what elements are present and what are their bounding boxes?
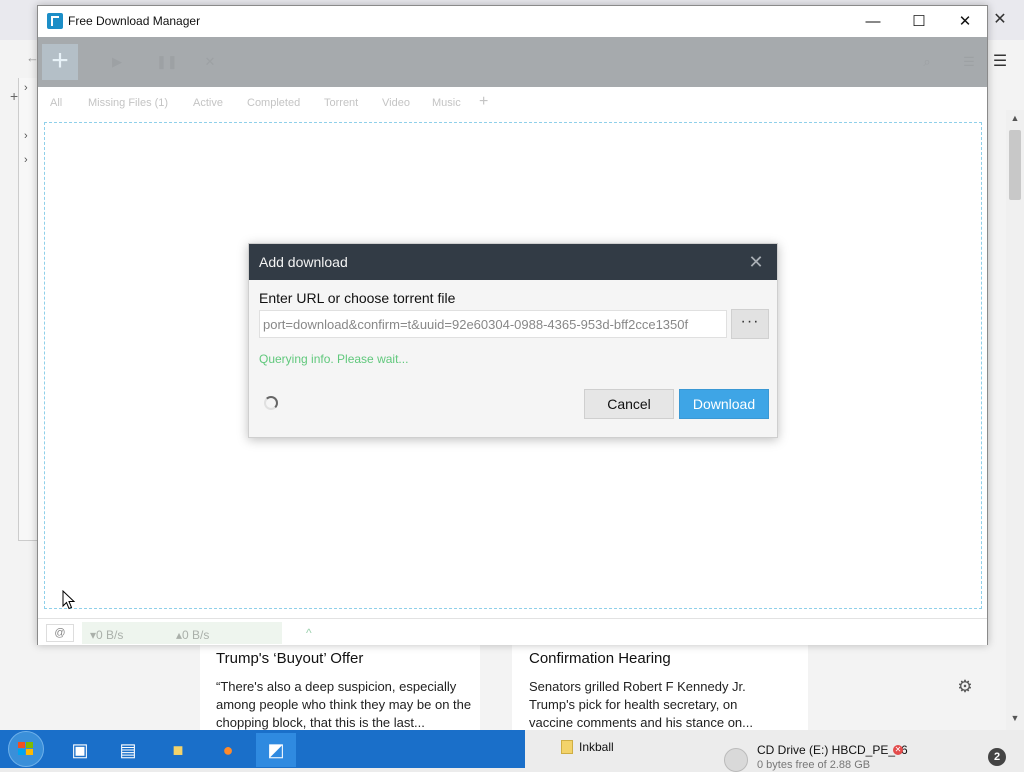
speed-panel[interactable]: ▾0 B/s ▴0 B/s ^: [82, 622, 312, 644]
tab-missing-files[interactable]: Missing Files (1): [88, 97, 168, 109]
taskbar-item-inkball[interactable]: Inkball: [579, 740, 614, 754]
error-icon: ✕: [893, 745, 903, 755]
taskbar-drive-icon[interactable]: ▤: [108, 733, 148, 767]
toolbar: + ▶ ❚❚ ✕ ⌕ ☰: [38, 37, 987, 87]
delete-icon[interactable]: ✕: [203, 55, 217, 69]
notification-badge[interactable]: 2: [988, 748, 1006, 766]
cd-drive-detail: 0 bytes free of 2.88 GB: [757, 759, 871, 771]
upload-speed: ▴0 B/s: [176, 628, 210, 642]
window-title: Free Download Manager: [68, 14, 201, 28]
dialog-header: Add download ✕: [249, 244, 777, 280]
status-bar: @ ▾0 B/s ▴0 B/s ^: [38, 618, 987, 645]
news-summary: Senators grilled Robert F Kennedy Jr. Tr…: [529, 679, 754, 730]
cd-drive-label[interactable]: CD Drive (E:) HBCD_PE_x6: [757, 743, 908, 757]
browse-torrent-button[interactable]: ···: [731, 309, 769, 339]
add-download-button[interactable]: +: [42, 44, 78, 80]
add-tab-icon[interactable]: +: [479, 93, 488, 111]
background-scrollbar[interactable]: [1006, 110, 1024, 730]
snail-mode-icon[interactable]: @: [46, 624, 74, 642]
fdm-logo-icon: [47, 13, 63, 29]
scroll-down-icon[interactable]: ▼: [1009, 712, 1021, 724]
cd-drive-icon: [724, 748, 748, 772]
play-icon[interactable]: ▶: [110, 55, 124, 69]
taskbar-explorer-icon[interactable]: ▣: [60, 733, 100, 767]
chevron-right-icon[interactable]: ›: [24, 131, 34, 142]
folder-icon: [561, 740, 573, 754]
background-close-icon[interactable]: ✕: [992, 12, 1008, 28]
chevron-right-icon[interactable]: ›: [24, 83, 34, 94]
news-title[interactable]: Confirmation Hearing: [529, 650, 769, 668]
close-button[interactable]: ✕: [942, 6, 988, 37]
chevron-up-icon[interactable]: ^: [306, 626, 312, 640]
windows-logo-icon: [18, 742, 33, 755]
close-icon[interactable]: ✕: [746, 252, 766, 272]
url-label: Enter URL or choose torrent file: [259, 290, 456, 306]
news-title[interactable]: Trump's ‘Buyout’ Offer: [216, 650, 480, 668]
filter-tabs: All Missing Files (1) Active Completed T…: [38, 87, 987, 119]
pause-icon[interactable]: ❚❚: [156, 55, 178, 69]
mouse-cursor-icon: [62, 590, 76, 610]
taskbar-fdm-icon[interactable]: ◩: [256, 733, 296, 767]
gear-icon[interactable]: ⚙: [956, 678, 974, 696]
search-icon[interactable]: ⌕: [920, 55, 934, 69]
scrollbar-thumb[interactable]: [1009, 130, 1021, 200]
title-bar[interactable]: Free Download Manager — ☐ ✕: [38, 6, 987, 37]
tab-music[interactable]: Music: [432, 97, 461, 109]
tab-all[interactable]: All: [50, 97, 62, 109]
chevron-right-icon[interactable]: ›: [24, 155, 34, 166]
firefox-icon[interactable]: ●: [208, 733, 248, 767]
news-card[interactable]: Trump's ‘Buyout’ Offer “There's also a d…: [200, 640, 480, 730]
tab-completed[interactable]: Completed: [247, 97, 300, 109]
maximize-button[interactable]: ☐: [896, 6, 942, 37]
folder-icon[interactable]: ■: [158, 733, 198, 767]
tab-video[interactable]: Video: [382, 97, 410, 109]
news-card[interactable]: Confirmation Hearing Senators grilled Ro…: [512, 640, 808, 730]
url-input[interactable]: [259, 310, 727, 338]
download-button[interactable]: Download: [679, 389, 769, 419]
query-status-text: Querying info. Please wait...: [259, 352, 409, 366]
add-download-dialog: Add download ✕ Enter URL or choose torre…: [248, 243, 778, 438]
news-summary: “There's also a deep suspicion, especial…: [216, 679, 472, 730]
minimize-button[interactable]: —: [850, 6, 896, 37]
scroll-up-icon[interactable]: ▲: [1009, 112, 1021, 124]
tab-torrent[interactable]: Torrent: [324, 97, 358, 109]
cancel-button[interactable]: Cancel: [584, 389, 674, 419]
download-speed: ▾0 B/s: [90, 628, 124, 642]
menu-icon[interactable]: ☰: [962, 55, 976, 69]
dialog-title: Add download: [259, 254, 348, 270]
background-menu-icon[interactable]: ☰: [992, 54, 1008, 70]
loading-spinner-icon: [264, 396, 278, 410]
tab-active[interactable]: Active: [193, 97, 223, 109]
